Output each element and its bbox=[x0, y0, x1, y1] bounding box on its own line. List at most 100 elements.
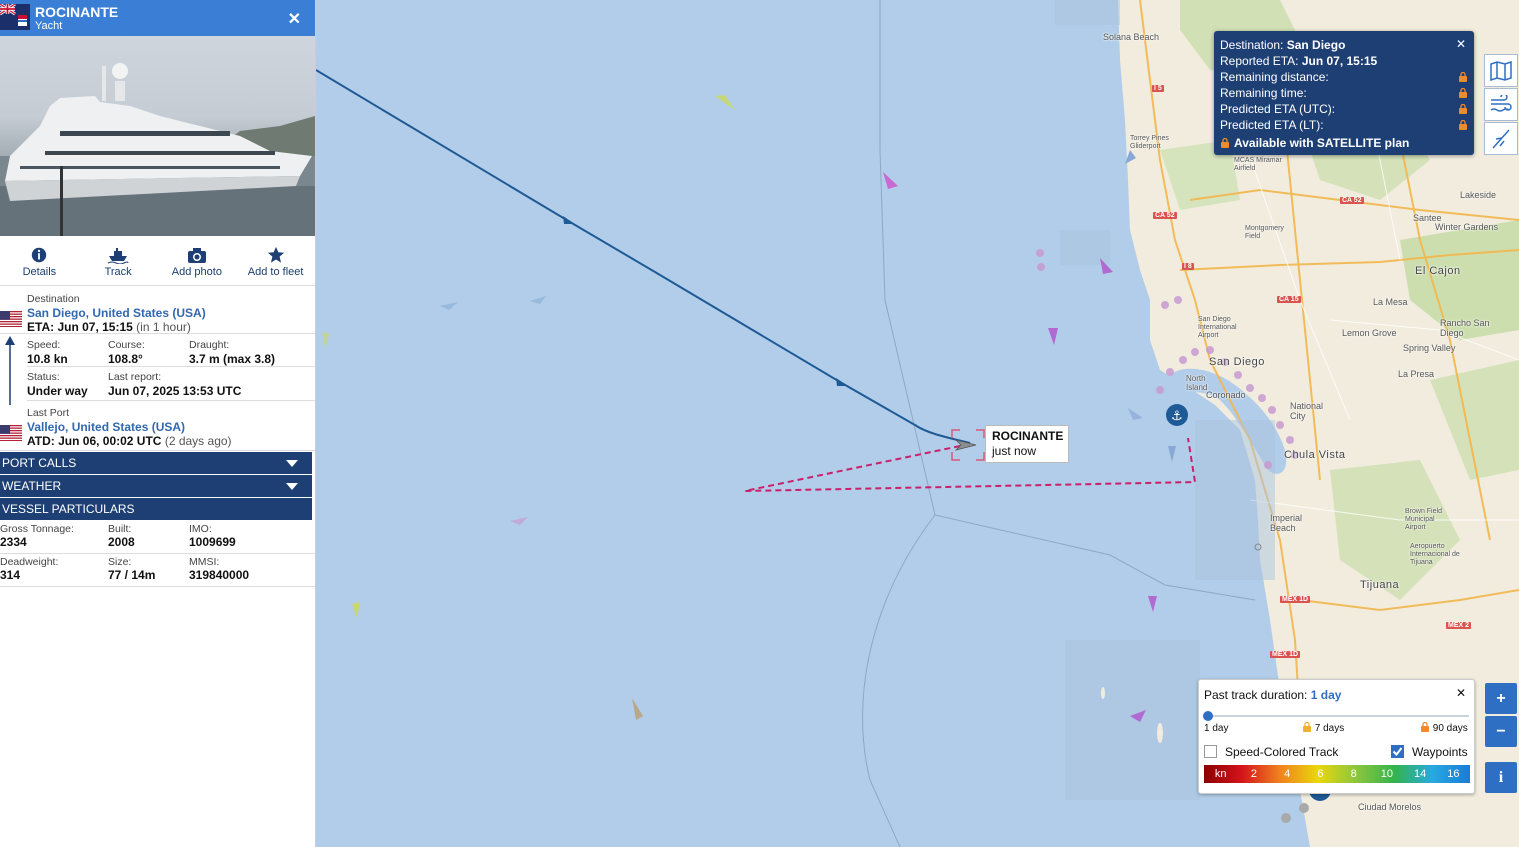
map-place-el-cajon: El Cajon bbox=[1415, 265, 1461, 277]
map-place-lakeside: Lakeside bbox=[1460, 190, 1497, 200]
lock-icon bbox=[1421, 721, 1429, 732]
star-icon bbox=[267, 246, 284, 263]
lock-icon bbox=[1459, 104, 1467, 114]
map-place-la-presa: La Presa bbox=[1398, 369, 1435, 379]
particulars-row-1: Gross Tonnage: 2334 Built: 2008 IMO: 100… bbox=[0, 521, 315, 554]
weather-section[interactable]: WEATHER bbox=[0, 475, 312, 497]
last-report-label: Last report: bbox=[108, 371, 162, 383]
speed-course-row: Speed: 10.8 kn Course: 108.8° Draught: 3… bbox=[27, 334, 315, 367]
slider-stop-90days[interactable]: 90 days bbox=[1420, 721, 1468, 734]
usa-flag-icon bbox=[0, 311, 22, 327]
slider-stop-1day[interactable]: 1 day bbox=[1204, 723, 1228, 734]
speed-legend-item: 8 bbox=[1350, 768, 1357, 780]
waypoints-option[interactable]: Waypoints bbox=[1391, 745, 1468, 759]
vessel-map-name: ROCINANTE bbox=[992, 429, 1064, 443]
map-place-brown-field: Brown Field Municipal Airport bbox=[1405, 508, 1442, 531]
speed-colored-track-option[interactable]: Speed-Colored Track bbox=[1204, 745, 1338, 759]
track-button[interactable]: Track bbox=[79, 236, 158, 285]
map-place-lemon-grove: Lemon Grove bbox=[1342, 328, 1397, 338]
map-place-tijuana: Tijuana bbox=[1360, 579, 1400, 591]
waypoints-checkbox[interactable] bbox=[1391, 745, 1404, 758]
map-place-ciudad-morelos: Ciudad Morelos bbox=[1358, 802, 1422, 812]
road-badge: I 5 bbox=[1152, 85, 1164, 92]
popup-remaining-distance: Remaining distance: bbox=[1220, 70, 1329, 84]
panel-close-icon[interactable]: ✕ bbox=[288, 9, 301, 29]
destination-popup: ✕ Destination: San Diego Reported ETA: J… bbox=[1214, 31, 1474, 155]
vessel-map-tag[interactable]: ROCINANTE just now bbox=[985, 425, 1069, 463]
zoom-out-button[interactable]: − bbox=[1485, 716, 1517, 747]
vessel-past-track bbox=[315, 69, 971, 444]
road-badge: MEX 1D bbox=[1270, 651, 1301, 658]
slider-handle[interactable] bbox=[1203, 711, 1213, 721]
chevron-down-icon bbox=[286, 460, 298, 467]
map-place-la-mesa: La Mesa bbox=[1373, 297, 1408, 307]
popup-predicted-eta-lt: Predicted ETA (LT): bbox=[1220, 118, 1324, 132]
map-place-winter-gardens: Winter Gardens bbox=[1435, 222, 1499, 232]
size-value: 77 / 14m bbox=[108, 568, 156, 582]
last-port-label: Last Port bbox=[27, 407, 70, 419]
status-value: Under way bbox=[27, 384, 88, 398]
slider-stop-7days[interactable]: 7 days bbox=[1302, 721, 1345, 734]
eta-relative: (in 1 hour) bbox=[136, 320, 191, 334]
yacht-photo-graphic bbox=[0, 63, 315, 236]
vessel-photo[interactable] bbox=[0, 36, 315, 236]
vessel-particulars-section[interactable]: VESSEL PARTICULARS bbox=[0, 498, 312, 520]
size-label: Size: bbox=[108, 556, 132, 568]
check-icon bbox=[1392, 747, 1403, 757]
chevron-down-icon bbox=[286, 483, 298, 490]
details-button[interactable]: Details bbox=[0, 236, 79, 285]
speed-value: 10.8 kn bbox=[27, 352, 68, 366]
last-port-row: Last Port Vallejo, United States (USA) A… bbox=[0, 401, 315, 451]
lock-icon bbox=[1221, 137, 1229, 148]
weather-layers-button[interactable] bbox=[1484, 88, 1518, 121]
course-label: Course: bbox=[108, 339, 145, 351]
map-place-chula-vista: Chula Vista bbox=[1284, 449, 1346, 461]
map-place-north-island: North Island bbox=[1186, 374, 1208, 392]
vessel-map-time: just now bbox=[992, 444, 1037, 458]
port-calls-section[interactable]: PORT CALLS bbox=[0, 452, 312, 474]
popup-predicted-eta-utc: Predicted ETA (UTC): bbox=[1220, 102, 1336, 116]
map-layers-button[interactable] bbox=[1484, 54, 1518, 87]
popup-destination-label: Destination: bbox=[1220, 38, 1284, 52]
slider-stop-7days-label: 7 days bbox=[1314, 723, 1345, 734]
particulars-row-2: Deadweight: 314 Size: 77 / 14m MMSI: 319… bbox=[0, 554, 315, 587]
gross-tonnage-label: Gross Tonnage: bbox=[0, 523, 74, 535]
speed-legend-item: 14 bbox=[1414, 768, 1427, 780]
compass-ruler-icon bbox=[1492, 129, 1510, 148]
weather-label: WEATHER bbox=[2, 479, 62, 493]
info-button[interactable]: i bbox=[1485, 762, 1517, 793]
track-duration-value: 1 day bbox=[1310, 688, 1342, 702]
destination-link[interactable]: San Diego, United States (USA) bbox=[27, 306, 206, 320]
speed-legend-item: 4 bbox=[1284, 768, 1291, 780]
road-badge: MEX 2 bbox=[1446, 622, 1472, 629]
map-place-sd-airport: San Diego International Airport bbox=[1198, 316, 1237, 339]
deadweight-value: 314 bbox=[0, 568, 21, 582]
usa-flag-icon bbox=[0, 425, 22, 441]
lock-icon bbox=[1459, 88, 1467, 98]
panel-header: ROCINANTE Yacht ✕ bbox=[0, 0, 315, 36]
popup-reported-eta-value: Jun 07, 15:15 bbox=[1301, 54, 1378, 68]
track-duration-slider[interactable] bbox=[1203, 711, 1469, 721]
last-report-value: Jun 07, 2025 13:53 UTC bbox=[108, 384, 242, 398]
imo-value: 1009699 bbox=[189, 535, 236, 549]
gross-tonnage-value: 2334 bbox=[0, 535, 27, 549]
track-panel-close-icon[interactable]: ✕ bbox=[1456, 686, 1466, 700]
destination-label: Destination bbox=[27, 293, 80, 305]
speed-colored-checkbox[interactable] bbox=[1204, 745, 1217, 758]
satellite-plan-link[interactable]: Available with SATELLITE plan bbox=[1220, 135, 1468, 151]
details-label: Details bbox=[22, 266, 57, 278]
road-badge: MEX 1D bbox=[1280, 596, 1311, 603]
add-to-fleet-button[interactable]: Add to fleet bbox=[236, 236, 315, 285]
svg-text:⚓: ⚓ bbox=[1171, 409, 1183, 424]
last-port-link[interactable]: Vallejo, United States (USA) bbox=[27, 420, 185, 434]
mmsi-label: MMSI: bbox=[189, 556, 220, 568]
speed-legend-item: 6 bbox=[1317, 768, 1324, 780]
measure-distance-button[interactable] bbox=[1484, 122, 1518, 155]
road-badge: I 8 bbox=[1182, 263, 1194, 270]
zoom-in-button[interactable]: + bbox=[1485, 683, 1517, 714]
vessel-type: Yacht bbox=[35, 20, 63, 32]
imo-label: IMO: bbox=[189, 523, 212, 535]
voyage-direction-arrow-icon bbox=[5, 336, 15, 405]
ship-icon bbox=[107, 248, 129, 264]
add-photo-button[interactable]: Add photo bbox=[158, 236, 237, 285]
